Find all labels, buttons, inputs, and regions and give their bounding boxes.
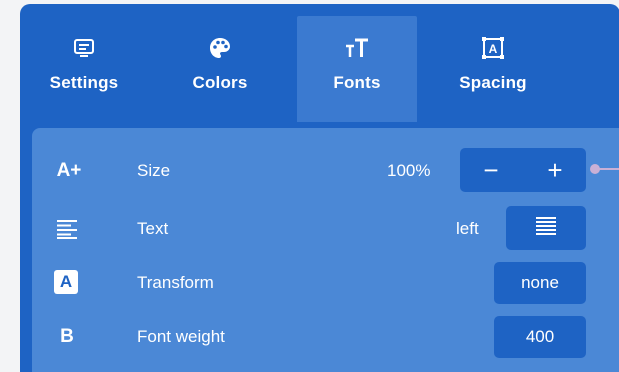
size-label: Size [137, 161, 171, 180]
tab-fonts[interactable]: Fonts [297, 16, 417, 122]
tab-colors-label: Colors [192, 73, 248, 92]
font-weight-row: B Font weight 400 [32, 314, 619, 360]
size-row: A+ Size 100% − + [32, 148, 619, 194]
connector-dot [590, 164, 600, 174]
text-align-value: left [456, 219, 479, 238]
accessibility-panel: Settings Colors Fonts A Spacing A+ Size … [20, 4, 619, 372]
font-weight-button[interactable]: 400 [494, 316, 586, 358]
size-stepper: − + [460, 148, 586, 192]
align-justify-icon [536, 216, 556, 240]
size-value: 100% [387, 161, 431, 180]
text-align-row: Text left [32, 206, 619, 252]
transform-label: Transform [137, 273, 214, 292]
tab-spacing-label: Spacing [459, 73, 527, 92]
font-size-increase-icon: A+ [56, 160, 82, 181]
font-weight-label: Font weight [137, 327, 225, 346]
transform-row: A Transform none [32, 260, 619, 306]
font-size-icon [344, 36, 370, 60]
bold-icon: B [60, 326, 74, 347]
palette-icon [209, 36, 231, 60]
transform-button[interactable]: none [494, 262, 586, 304]
tab-fonts-label: Fonts [333, 73, 381, 92]
text-align-button[interactable] [506, 206, 586, 250]
settings-icon [73, 36, 95, 60]
tab-settings-label: Settings [49, 73, 119, 92]
tab-colors[interactable]: Colors [160, 16, 280, 122]
increase-button[interactable]: + [538, 154, 572, 186]
tab-bar: Settings Colors Fonts A Spacing [20, 4, 619, 122]
tab-spacing[interactable]: A Spacing [433, 16, 553, 122]
spacing-icon: A [481, 36, 505, 60]
text-label: Text [137, 219, 169, 238]
tab-settings[interactable]: Settings [24, 16, 144, 122]
decrease-button[interactable]: − [474, 154, 508, 186]
svg-text:A: A [489, 42, 498, 56]
text-transform-icon: A [54, 270, 78, 294]
align-left-icon [54, 216, 80, 242]
fonts-settings: A+ Size 100% − + Text left A Transform n… [32, 128, 619, 372]
